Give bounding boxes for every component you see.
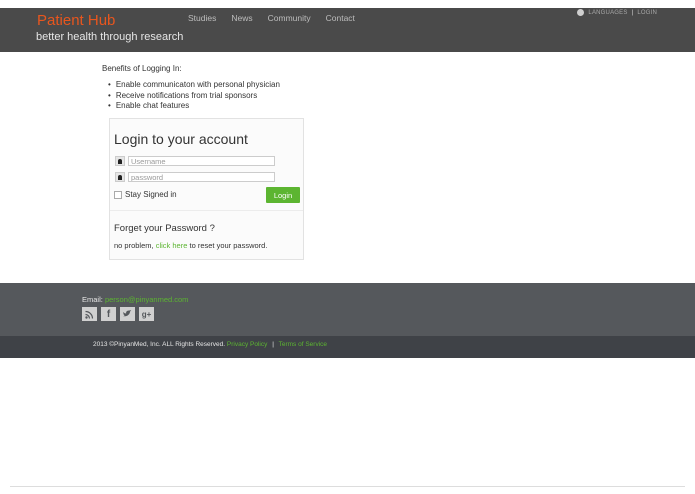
copyright-bar: 2013 ©PinyanMed, Inc. ALL Rights Reserve…	[0, 336, 695, 358]
benefits-title: Benefits of Logging In:	[102, 64, 182, 73]
nav-studies[interactable]: Studies	[188, 13, 216, 23]
list-item: Enable chat features	[108, 101, 280, 112]
login-panel: Login to your account Stay Signed in Log…	[109, 118, 304, 260]
copyright: 2013 ©PinyanMed, Inc. ALL Rights Reserve…	[93, 341, 327, 348]
user-icon	[115, 156, 125, 166]
nav-contact[interactable]: Contact	[326, 13, 355, 23]
copyright-text: 2013 ©PinyanMed, Inc. ALL Rights Reserve…	[93, 341, 226, 348]
stay-signed-in-label: Stay Signed in	[125, 190, 177, 199]
footer-email: Email: person@pinyanmed.com	[82, 295, 188, 304]
separator: |	[631, 9, 634, 16]
top-right-links: LANGUAGES | LOGIN	[577, 9, 657, 16]
username-row	[115, 156, 275, 166]
nav-community[interactable]: Community	[268, 13, 311, 23]
page-bottom-divider	[10, 486, 685, 487]
list-item: Receive notifications from trial sponsor…	[108, 91, 280, 102]
privacy-policy-link[interactable]: Privacy Policy	[227, 341, 267, 348]
facebook-icon[interactable]: f	[101, 307, 116, 321]
password-input[interactable]	[128, 172, 275, 182]
globe-icon	[577, 9, 585, 16]
brand-logo[interactable]: Patient Hub	[37, 12, 115, 29]
password-row	[115, 172, 275, 182]
forgot-password-title: Forget your Password ?	[114, 223, 215, 234]
stay-signed-in-checkbox[interactable]	[114, 190, 122, 199]
login-title: Login to your account	[114, 131, 248, 147]
list-item: Enable communicaton with personal physic…	[108, 80, 280, 91]
site-header: Patient Hub better health through resear…	[0, 8, 695, 52]
rss-icon[interactable]	[82, 307, 97, 321]
tagline: better health through research	[36, 31, 184, 43]
email-label: Email:	[82, 295, 103, 304]
forgot-suffix: to reset your password.	[189, 241, 268, 250]
google-plus-icon[interactable]: g+	[139, 307, 154, 321]
terms-of-service-link[interactable]: Terms of Service	[279, 341, 327, 348]
languages-link[interactable]: LANGUAGES	[588, 10, 627, 16]
separator: |	[272, 341, 274, 348]
nav-news[interactable]: News	[231, 13, 252, 23]
twitter-icon[interactable]	[120, 307, 135, 321]
login-button[interactable]: Login	[266, 187, 300, 203]
reset-password-link[interactable]: click here	[156, 241, 188, 250]
forgot-password-text: no problem, click here to reset your pas…	[114, 241, 267, 250]
stay-signed-in[interactable]: Stay Signed in	[114, 190, 177, 199]
email-link[interactable]: person@pinyanmed.com	[105, 295, 189, 304]
login-link[interactable]: LOGIN	[637, 10, 657, 16]
social-links: f g+	[82, 307, 154, 321]
username-input[interactable]	[128, 156, 275, 166]
forgot-prefix: no problem,	[114, 241, 154, 250]
benefits-list: Enable communicaton with personal physic…	[108, 80, 280, 112]
main-nav: Studies News Community Contact	[188, 13, 355, 23]
lock-icon	[115, 172, 125, 182]
divider	[110, 210, 303, 211]
site-footer: Email: person@pinyanmed.com f g+	[0, 283, 695, 336]
